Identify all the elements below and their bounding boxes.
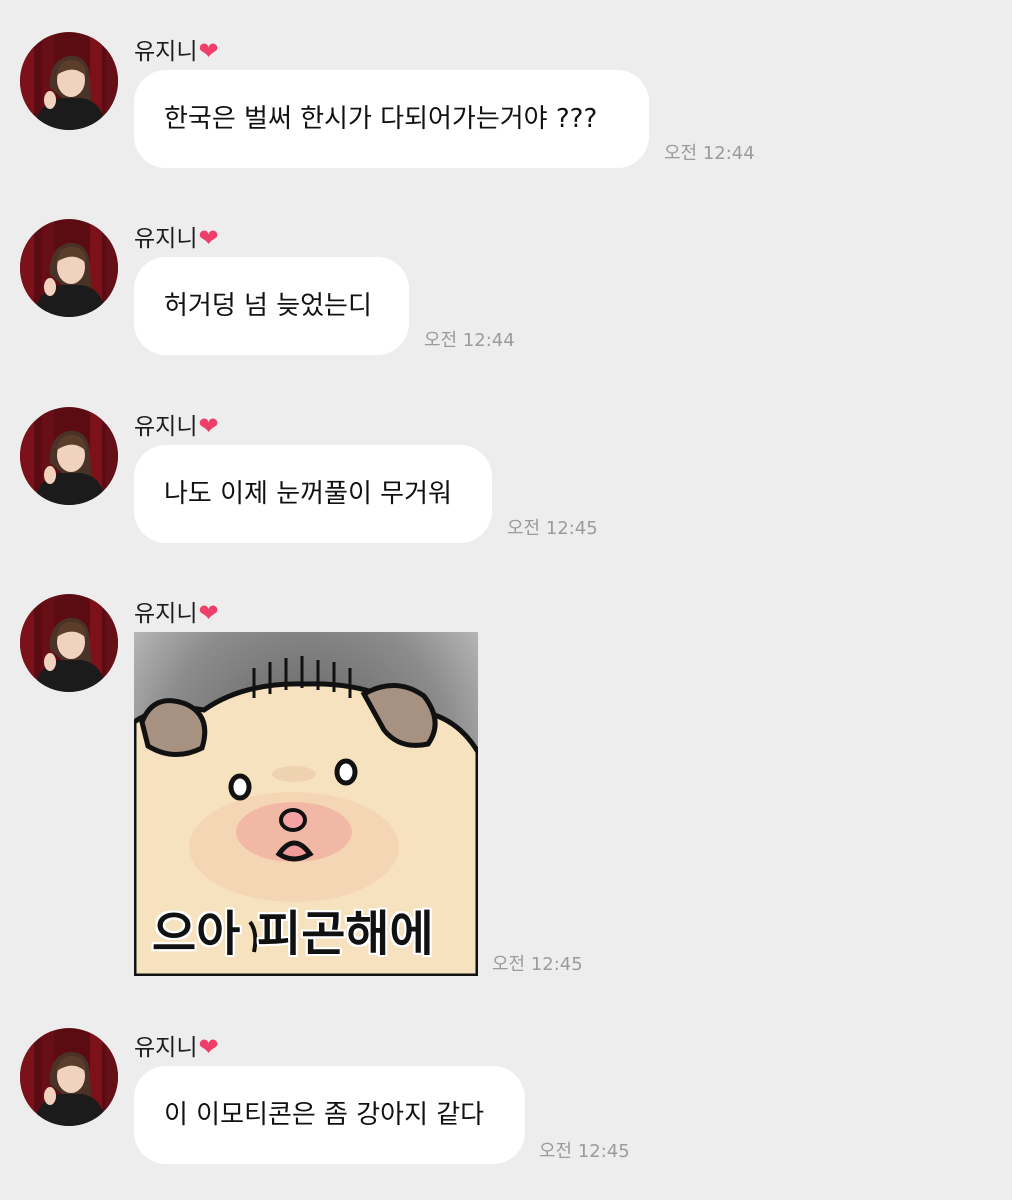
message-timestamp: 오전 12:45 bbox=[507, 518, 598, 539]
message-bubble[interactable]: 이 이모티콘은 좀 강아지 같다 bbox=[134, 1066, 525, 1164]
avatar[interactable] bbox=[20, 407, 118, 505]
avatar[interactable] bbox=[20, 219, 118, 317]
avatar-photo-icon bbox=[20, 594, 118, 692]
heart-emoji-icon: ❤ bbox=[198, 37, 219, 65]
message-timestamp: 오전 12:44 bbox=[664, 143, 755, 164]
avatar[interactable] bbox=[20, 1028, 118, 1126]
message-bubble[interactable]: 한국은 벌써 한시가 다되어가는거야 ??? bbox=[134, 70, 649, 168]
sender-name: 유지니❤ bbox=[134, 37, 219, 65]
heart-emoji-icon: ❤ bbox=[198, 1033, 219, 1061]
sender-name: 유지니❤ bbox=[134, 599, 219, 627]
sender-name: 유지니❤ bbox=[134, 224, 219, 252]
sticker-caption: 으아 피곤해에 bbox=[152, 906, 434, 962]
message-timestamp: 오전 12:45 bbox=[539, 1141, 630, 1162]
message-timestamp: 오전 12:45 bbox=[492, 954, 583, 975]
heart-emoji-icon: ❤ bbox=[198, 224, 219, 252]
avatar[interactable] bbox=[20, 594, 118, 692]
avatar-photo-icon bbox=[20, 32, 118, 130]
sender-name: 유지니❤ bbox=[134, 412, 219, 440]
sleepy-hamster-sticker[interactable]: 으아 피곤해에 bbox=[134, 632, 478, 976]
avatar-photo-icon bbox=[20, 219, 118, 317]
avatar[interactable] bbox=[20, 32, 118, 130]
avatar-photo-icon bbox=[20, 407, 118, 505]
message-bubble[interactable]: 나도 이제 눈꺼풀이 무거워 bbox=[134, 445, 492, 543]
message-timestamp: 오전 12:44 bbox=[424, 330, 515, 351]
message-bubble[interactable]: 허거덩 넘 늦었는디 bbox=[134, 257, 409, 355]
sender-name: 유지니❤ bbox=[134, 1033, 219, 1061]
avatar-photo-icon bbox=[20, 1028, 118, 1126]
heart-emoji-icon: ❤ bbox=[198, 599, 219, 627]
heart-emoji-icon: ❤ bbox=[198, 412, 219, 440]
